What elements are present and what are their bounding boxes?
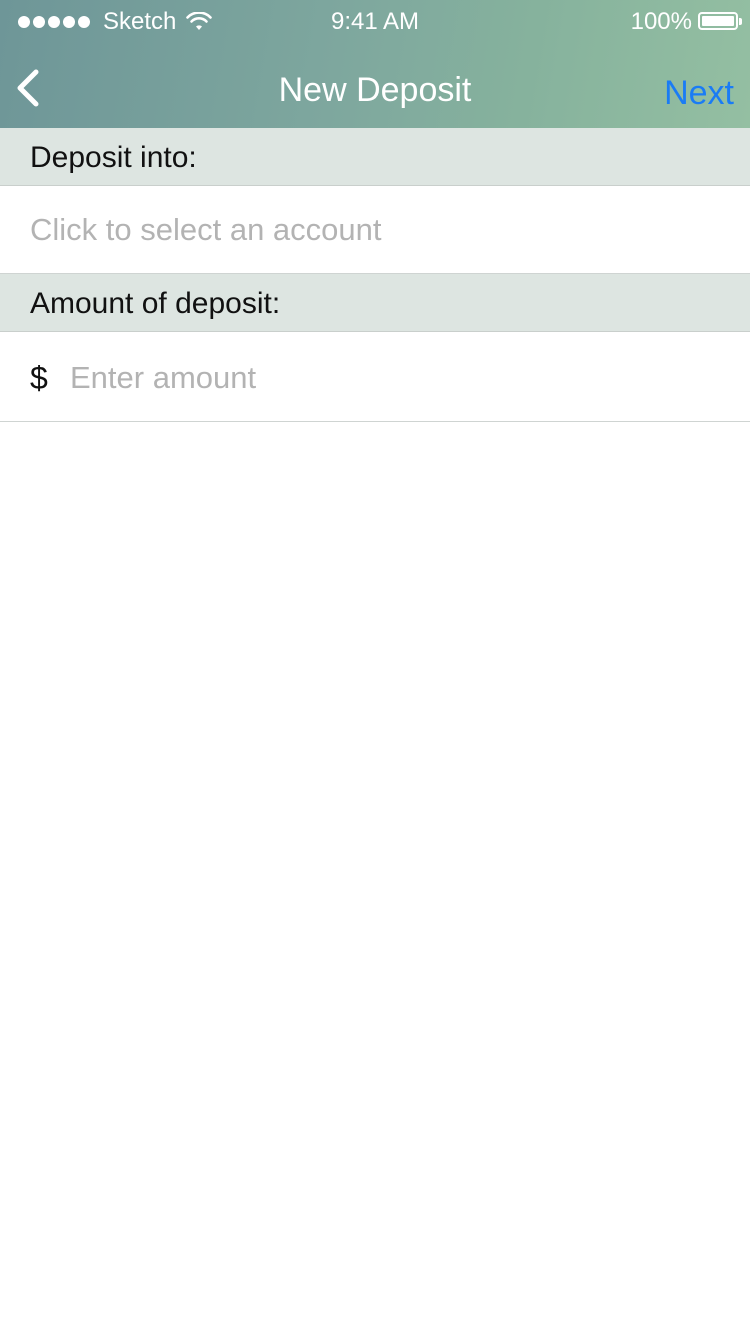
currency-symbol: $ [30,360,48,396]
amount-section-header: Amount of deposit: [0,274,750,332]
battery-percentage: 100% [630,8,692,35]
deposit-into-section-header: Deposit into: [0,128,750,186]
status-bar: Sketch 9:41 AM 100% [0,0,750,40]
app-header: Sketch 9:41 AM 100% New Deposit Next [0,0,750,128]
navigation-bar: New Deposit Next [0,40,750,128]
battery-icon [698,12,742,32]
deposit-into-label: Deposit into: [30,141,197,174]
select-account-row[interactable]: Click to select an account [0,186,750,274]
amount-row: $ [0,334,750,422]
status-right: 100% [631,8,742,36]
next-button[interactable]: Next [664,73,734,113]
select-account-placeholder: Click to select an account [30,212,382,247]
amount-label: Amount of deposit: [30,287,281,320]
page-title: New Deposit [278,71,472,109]
amount-input[interactable] [70,356,710,400]
